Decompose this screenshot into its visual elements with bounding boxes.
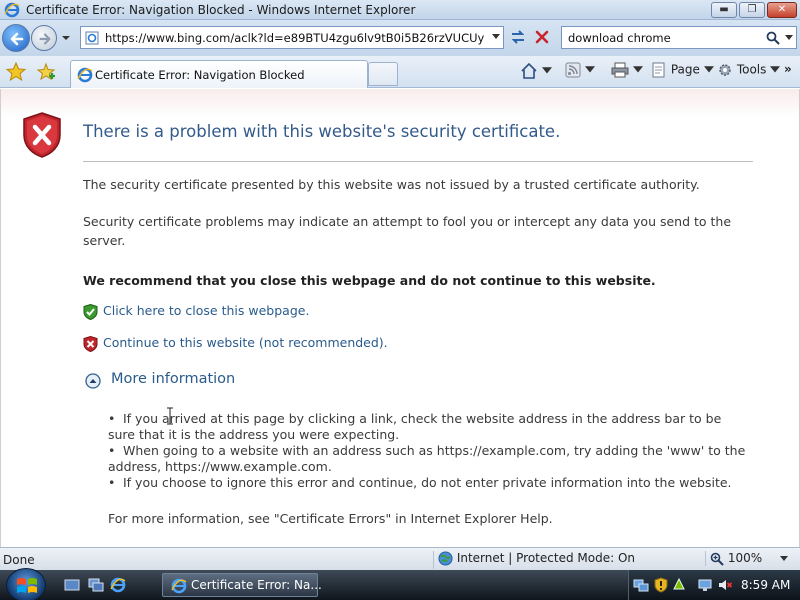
address-input[interactable]: https://www.bing.com/aclk?ld=e89BTU4zgu6… [105,31,485,45]
network-tray-icon[interactable] [633,577,649,593]
volume-muted-icon[interactable] [717,577,733,593]
chevron-down-icon[interactable] [492,34,500,40]
title-bar[interactable]: Certificate Error: Navigation Blocked - … [0,0,800,20]
list-item-text: If you arrived at this page by clicking … [108,411,722,442]
globe-icon [438,551,453,566]
window-title: Certificate Error: Navigation Blocked - … [26,3,416,17]
more-information-label: More information [111,371,236,387]
page-menu-icon [652,62,665,78]
tools-menu-label: Tools [736,62,767,77]
more-information-list: • If you arrived at this page by clicking… [108,411,748,491]
favorites-star-icon[interactable] [6,62,26,82]
divider [83,161,753,162]
status-text: Done [3,553,35,567]
list-item: • If you arrived at this page by clicking… [108,411,748,443]
ie-quicklaunch-icon[interactable] [110,577,126,593]
page-menu-label: Page [670,62,700,77]
ie-logo-icon [171,578,187,594]
tab-bar: Certificate Error: Navigation Blocked Pa… [0,56,800,88]
search-input[interactable]: download chrome [568,31,671,45]
home-icon [521,62,537,79]
list-item-text: When going to a website with an address … [108,443,746,474]
recent-pages-dropdown-icon[interactable] [61,34,71,42]
continue-website-link-text[interactable]: Continue to this website (not recommende… [103,335,388,350]
back-button[interactable] [2,24,30,52]
collapse-up-icon [85,373,101,389]
zoom-control[interactable]: 100% [705,551,788,566]
bullet-dot: • [108,475,116,490]
gear-icon [719,64,731,76]
switch-windows-icon[interactable] [88,577,104,593]
status-bar: Done Internet | Protected Mode: On 100% [0,547,800,570]
new-tab-button[interactable] [368,62,398,86]
zoom-level: 100% [727,551,763,565]
security-zone-label: Internet | Protected Mode: On [456,551,635,565]
navigation-bar: https://www.bing.com/aclk?ld=e89BTU4zgu6… [0,20,800,56]
taskbar-item-label: Certificate Error: Na... [191,578,322,592]
bullet-dot: • [108,411,116,426]
chevron-down-icon [632,66,643,73]
page-menu-button[interactable]: Page [651,62,714,82]
error-description: The security certificate presented by th… [83,177,700,192]
list-item: • If you choose to ignore this error and … [108,475,748,491]
home-button[interactable] [520,62,552,82]
system-tray: 8:59 AM [628,570,800,600]
maximize-button[interactable]: ❐ [739,2,765,18]
start-button[interactable] [6,568,46,600]
clock[interactable]: 8:59 AM [741,578,790,592]
list-item-text: If you choose to ignore this error and c… [123,475,732,490]
chevron-down-icon[interactable] [785,35,793,41]
content-header-shade [1,89,799,119]
security-shield-tray-icon[interactable] [653,577,669,593]
tab-label: Certificate Error: Navigation Blocked [95,68,305,82]
page-content: There is a problem with this website's s… [0,89,800,547]
close-webpage-link-text[interactable]: Click here to close this webpage. [103,303,309,318]
warning-description: Security certificate problems may indica… [83,214,732,248]
taskbar-item-ie[interactable]: Certificate Error: Na... [162,573,322,597]
forward-button[interactable] [31,25,57,51]
minimize-button[interactable]: ▬ [711,2,737,18]
address-bar[interactable]: https://www.bing.com/aclk?ld=e89BTU4zgu6… [80,26,504,49]
refresh-icon[interactable] [508,27,528,47]
list-item: • When going to a website with an address… [108,443,748,475]
rss-feed-icon [565,62,581,78]
tab-certificate-error[interactable]: Certificate Error: Navigation Blocked [70,60,368,88]
search-box[interactable]: download chrome [561,26,797,49]
close-window-button[interactable]: ✕ [767,2,797,18]
red-shield-x-icon [83,336,98,352]
chevron-down-icon [703,66,714,73]
windows-logo-icon [17,578,37,593]
print-button[interactable] [611,62,643,82]
chevron-down-icon [541,67,552,74]
more-tools-chevron[interactable]: » [784,62,792,82]
shield-error-icon [23,112,61,158]
printer-icon [611,62,629,78]
green-shield-check-icon [83,304,98,320]
zoom-icon [710,552,724,566]
bullet-dot: • [108,443,116,458]
show-desktop-icon[interactable] [64,577,80,593]
ie-page-icon [77,67,93,83]
ie-logo-icon [4,2,20,18]
feeds-button[interactable] [565,62,595,82]
search-icon[interactable] [766,31,780,45]
page-icon [85,31,99,45]
page-heading: There is a problem with this website's s… [83,122,561,141]
stop-icon[interactable] [532,27,552,47]
taskbar: Certificate Error: Na... 8:59 AM [0,568,800,600]
text-cursor-icon [167,407,173,425]
chevron-down-icon [770,66,781,73]
monitor-tray-icon[interactable] [697,577,713,593]
recommendation-text: We recommend that you close this webpage… [83,273,656,288]
add-favorite-icon[interactable] [36,62,56,82]
arrow-left-icon [10,32,24,46]
arrow-right-icon [39,33,51,45]
chevron-down-icon [584,66,595,73]
help-footer-text: For more information, see "Certificate E… [108,511,553,526]
tools-menu-button[interactable]: Tools [717,62,781,82]
defender-tray-icon[interactable] [671,577,687,593]
chevron-down-icon [779,555,788,561]
security-zone-indicator[interactable]: Internet | Protected Mode: On [433,551,635,569]
